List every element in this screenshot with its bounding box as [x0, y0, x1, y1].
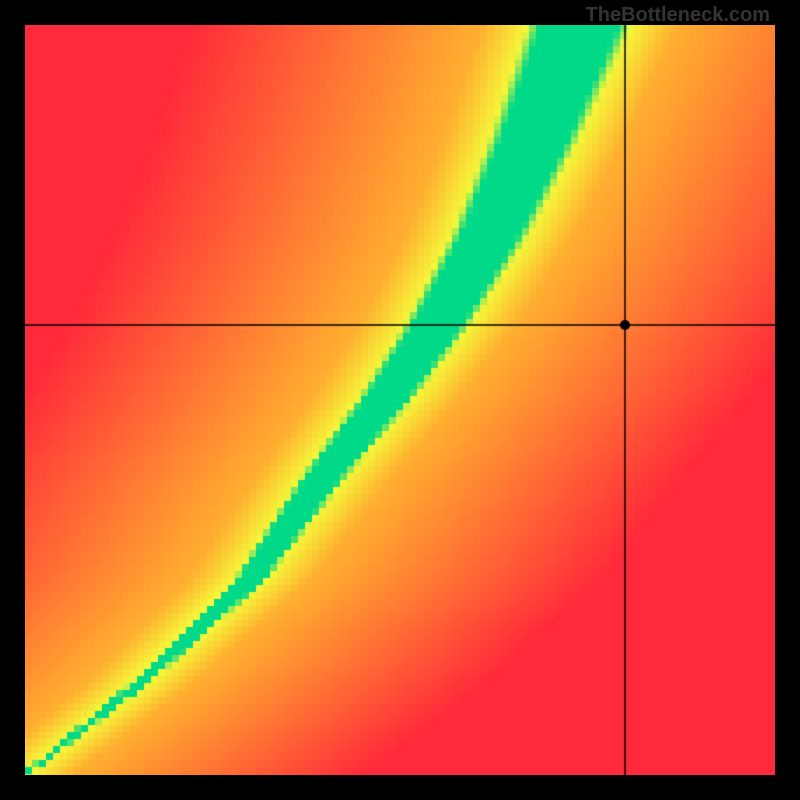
heatmap-plot [25, 25, 775, 775]
heatmap-canvas [25, 25, 775, 775]
watermark-text: TheBottleneck.com [586, 4, 770, 27]
